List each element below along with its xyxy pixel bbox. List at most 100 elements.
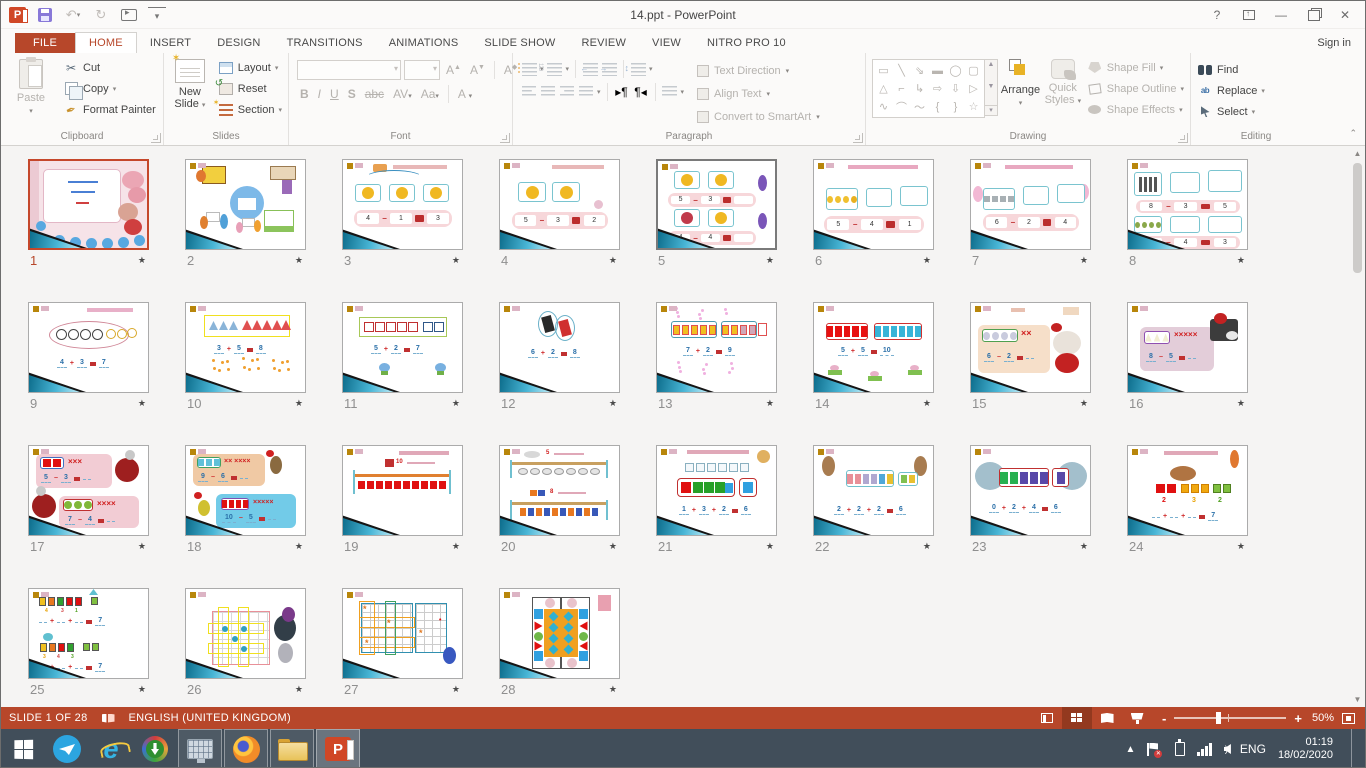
font-color-button[interactable]: A ▾ [455, 87, 475, 101]
shape-fill-button[interactable]: Shape Fill▾ [1087, 59, 1184, 76]
reset-button[interactable]: Reset [218, 80, 282, 97]
slide-thumbnail-12[interactable]: 6+2812★ [499, 302, 620, 411]
save-button[interactable] [36, 6, 54, 24]
arrange-button[interactable]: Arrange▾ [998, 55, 1043, 127]
layout-button[interactable]: Layout▾ [218, 59, 282, 76]
quick-styles-button[interactable]: QuickStyles ▾ [1043, 55, 1083, 127]
align-center-button[interactable] [540, 84, 556, 100]
tab-view[interactable]: VIEW [639, 33, 694, 53]
paragraph-dialog-launcher[interactable] [853, 133, 863, 143]
convert-to-smartart-button[interactable]: Convert to SmartArt▾ [697, 107, 820, 126]
volume-icon[interactable]: ) [1224, 744, 1228, 754]
format-painter-button[interactable]: ✒Format Painter [63, 101, 156, 118]
rectangle-icon[interactable]: ▬ [929, 62, 946, 79]
elbow-arrow-connector-icon[interactable]: ↳ [911, 80, 928, 97]
input-language[interactable]: ENG [1240, 742, 1266, 756]
scrollbar-thumb[interactable] [1353, 163, 1362, 273]
font-size-combobox[interactable] [404, 60, 440, 80]
line-spacing-button[interactable] [630, 61, 646, 77]
bold-button[interactable]: B [297, 87, 312, 101]
align-right-button[interactable] [559, 84, 575, 100]
slide-thumbnail-11[interactable]: 5+2711★ [342, 302, 463, 411]
zoom-out-button[interactable]: - [1162, 711, 1166, 726]
tab-review[interactable]: REVIEW [568, 33, 639, 53]
hidden-icons-button[interactable]: ▲ [1126, 744, 1136, 755]
slide-counter[interactable]: SLIDE 1 OF 28 [1, 712, 96, 724]
paste-button[interactable]: Paste▾ [3, 55, 59, 127]
down-arrow-icon[interactable]: ⇩ [947, 80, 964, 97]
isoceles-triangle-icon[interactable]: △ [875, 80, 892, 97]
restore-button[interactable] [1299, 4, 1327, 26]
slide-thumbnail-27[interactable]: ****•27★ [342, 588, 463, 697]
undo-dropdown-icon[interactable]: ▾ [77, 11, 81, 19]
change-case-button[interactable]: Aa▾ [418, 87, 442, 101]
on-screen-keyboard[interactable] [178, 729, 222, 768]
right-brace-icon[interactable]: } [947, 98, 964, 115]
line-arrow-icon[interactable]: ⇘ [911, 62, 928, 79]
minimize-button[interactable]: — [1267, 4, 1295, 26]
arc-icon[interactable]: ⌒ [893, 98, 910, 115]
reading-view-button[interactable] [1092, 707, 1122, 729]
customize-qat-button[interactable]: ▾ [148, 7, 166, 25]
underline-button[interactable]: U [327, 87, 342, 101]
clock[interactable]: 01:1918/02/2020 [1278, 736, 1333, 762]
slide-thumbnail-6[interactable]: 5−416★ [813, 159, 934, 268]
start-button[interactable] [1, 729, 45, 768]
slide-thumbnail-4[interactable]: 5−324★ [499, 159, 620, 268]
redo-button[interactable]: ↻ [92, 6, 110, 24]
font-name-combobox[interactable] [297, 60, 401, 80]
increase-indent-button[interactable] [601, 61, 617, 77]
tab-file[interactable]: FILE [15, 33, 75, 53]
close-button[interactable]: ✕ [1331, 4, 1359, 26]
copy-button[interactable]: Copy▾ [63, 80, 156, 97]
sorter-scrollbar[interactable]: ▲ ▼ [1350, 146, 1365, 707]
numbering-button[interactable] [547, 61, 563, 77]
slide-thumbnail-22[interactable]: 2+2+2622★ [813, 445, 934, 554]
fit-to-window-button[interactable] [1342, 713, 1355, 724]
text-box-icon[interactable]: ▭ [875, 62, 892, 79]
slide-thumbnail-24[interactable]: 232 + + 724★ [1127, 445, 1248, 554]
tab-nitro-pro-10[interactable]: NITRO PRO 10 [694, 33, 799, 53]
shapes-gallery-scrollbar[interactable]: ▲▼▾ [985, 59, 998, 116]
zoom-slider-thumb[interactable] [1216, 712, 1221, 724]
slide-thumbnail-15[interactable]: ××6−2 15★ [970, 302, 1091, 411]
tab-animations[interactable]: ANIMATIONS [376, 33, 472, 53]
slide-thumbnail-17[interactable]: ×××5−3 ××××7−4 17★ [28, 445, 149, 554]
collapse-ribbon-button[interactable]: ⌃ [1349, 128, 1357, 139]
curve-icon[interactable]: ～ [911, 98, 928, 115]
tab-home[interactable]: HOME [75, 32, 137, 53]
slide-thumbnail-7[interactable]: 6−247★ [970, 159, 1091, 268]
slide-thumbnail-23[interactable]: 0+2+4623★ [970, 445, 1091, 554]
slide-thumbnail-9[interactable]: 4+379★ [28, 302, 149, 411]
action-center-icon[interactable]: ✕ [1147, 743, 1159, 756]
slide-thumbnail-10[interactable]: 3+5810★ [185, 302, 306, 411]
right-arrow-icon[interactable]: ⇨ [929, 80, 946, 97]
slide-thumbnail-25[interactable]: 431 + + 7343 + + 725★ [28, 588, 149, 697]
italic-button[interactable]: I [315, 87, 324, 101]
slide-thumbnail-28[interactable]: 28★ [499, 588, 620, 697]
slide-thumbnail-21[interactable]: 1+3+2621★ [656, 445, 777, 554]
notes-button[interactable] [1032, 707, 1062, 729]
bullets-button[interactable] [521, 61, 537, 77]
slide-thumbnail-1[interactable]: 1★ [28, 159, 149, 268]
tab-slide-show[interactable]: SLIDE SHOW [471, 33, 568, 53]
slide-sorter-view-button[interactable] [1062, 707, 1092, 729]
shape-outline-button[interactable]: Shape Outline▾ [1087, 80, 1184, 97]
font-dialog-launcher[interactable] [500, 133, 510, 143]
zoom-in-button[interactable]: + [1294, 711, 1302, 726]
sign-in-link[interactable]: Sign in [1317, 37, 1351, 49]
slide-thumbnail-13[interactable]: 7+2913★ [656, 302, 777, 411]
language-indicator[interactable]: ENGLISH (UNITED KINGDOM) [121, 712, 299, 724]
slide-show-button[interactable] [1122, 707, 1152, 729]
character-spacing-button[interactable]: AV▾ [390, 87, 415, 101]
slide-thumbnail-16[interactable]: ×××××8−5 16★ [1127, 302, 1248, 411]
slide-thumbnail-2[interactable]: 2★ [185, 159, 306, 268]
scroll-down-icon[interactable]: ▼ [1354, 692, 1362, 707]
drawing-dialog-launcher[interactable] [1178, 133, 1188, 143]
shape-effects-button[interactable]: Shape Effects▾ [1087, 101, 1184, 118]
text-shadow-button[interactable]: S [345, 87, 359, 101]
powerpoint-app-icon[interactable]: P [9, 7, 26, 23]
slide-thumbnail-18[interactable]: ×× ××××9−6 ×××××10−5 18★ [185, 445, 306, 554]
telegram[interactable] [45, 729, 89, 768]
line-icon[interactable]: ╲ [893, 62, 910, 79]
